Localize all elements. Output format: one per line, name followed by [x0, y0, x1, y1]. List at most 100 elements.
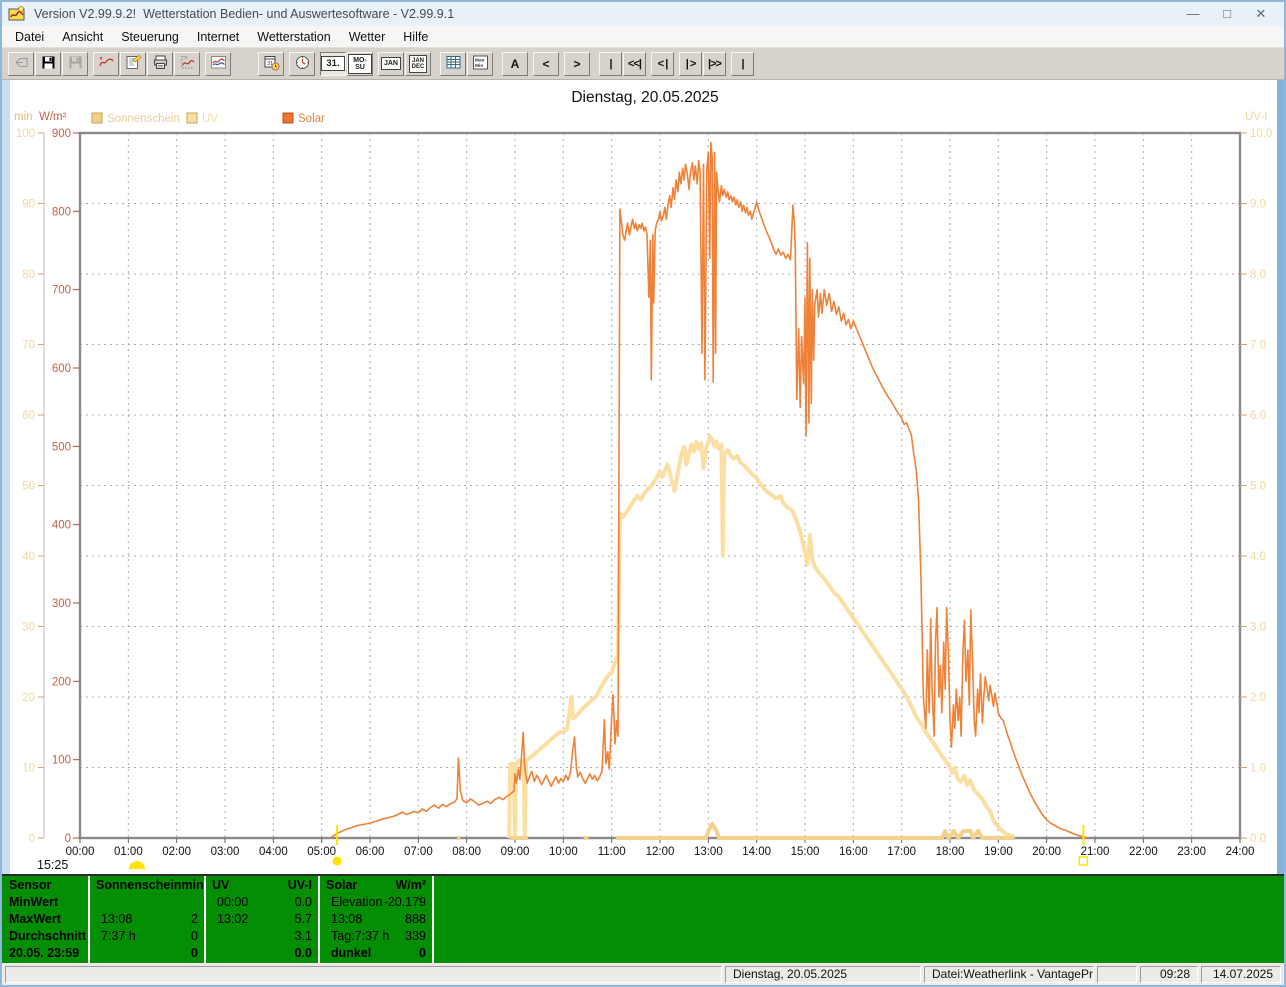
view-week-button[interactable]: MO-SU [347, 52, 373, 76]
view-year-button[interactable]: JANDEC [405, 52, 431, 76]
menu-wetter[interactable]: Wetter [340, 30, 395, 44]
temperature-chart-button[interactable] [93, 52, 119, 76]
nav-fast-back-button[interactable]: <<| [623, 52, 646, 76]
svg-text:08:00: 08:00 [452, 846, 481, 858]
cell: 13:02 [212, 911, 248, 928]
svg-text:0.0: 0.0 [1250, 833, 1266, 845]
summary-empty-area [434, 876, 1284, 963]
svg-text:5.0: 5.0 [1250, 481, 1266, 493]
svg-text:09:00: 09:00 [501, 846, 530, 858]
cell: 00:00 [212, 894, 248, 911]
col-header: UV [212, 877, 229, 894]
nav-back-button[interactable]: < | [651, 52, 674, 76]
svg-text:40: 40 [22, 551, 35, 563]
cell: 339 [405, 928, 426, 945]
svg-text:6.0: 6.0 [1250, 410, 1266, 422]
max-min-icon: MaxMin [472, 54, 489, 74]
menu-ansicht[interactable]: Ansicht [53, 30, 112, 44]
svg-text:10: 10 [22, 763, 35, 775]
legend-label-solar: Solar [298, 113, 325, 125]
daylight-duration-label: 15:25 [37, 858, 68, 872]
edit-report-icon [125, 54, 142, 74]
svg-text:16:00: 16:00 [839, 846, 868, 858]
y-axis-wm2: 0100200300400500600700800900W/m² [39, 111, 80, 845]
chart-settings-button[interactable]: °C [174, 52, 200, 76]
status-time-cell: 09:28 [1140, 966, 1198, 983]
svg-text:17:00: 17:00 [887, 846, 916, 858]
menu-wetterstation[interactable]: Wetterstation [248, 30, 339, 44]
save-as-button[interactable] [62, 52, 88, 76]
print-icon [152, 54, 169, 74]
summary-label-timestamp: 20.05. 23:59 [9, 945, 88, 962]
status-date-cell: Dienstag, 20.05.2025 [725, 966, 921, 983]
view-month-button[interactable]: JAN [378, 52, 404, 76]
svg-text:60: 60 [22, 410, 35, 422]
legend-swatch-sonnenschein [92, 113, 102, 123]
summary-col-solar: SolarW/m² Elevation-20.179 13:08888 Tag:… [320, 876, 434, 963]
print-button[interactable] [147, 52, 173, 76]
svg-text:22:00: 22:00 [1129, 846, 1158, 858]
svg-text:12:00: 12:00 [646, 846, 675, 858]
close-button[interactable]: ✕ [1244, 6, 1278, 22]
view-day-button[interactable]: 31. [320, 52, 346, 76]
svg-text:50: 50 [22, 481, 35, 493]
menu-steuerung[interactable]: Steuerung [112, 30, 188, 44]
calendar-clock-button[interactable]: 31 [258, 52, 284, 76]
svg-text:500: 500 [52, 441, 71, 453]
save-icon [40, 54, 57, 74]
menu-hilfe[interactable]: Hilfe [394, 30, 437, 44]
next-button[interactable]: > [564, 52, 590, 76]
menu-datei[interactable]: Datei [6, 30, 53, 44]
cell: 0 [419, 945, 426, 962]
max-min-button[interactable]: MaxMin [467, 52, 493, 76]
back-button[interactable] [8, 52, 34, 76]
svg-text:9.0: 9.0 [1250, 199, 1266, 211]
multi-chart-button[interactable] [205, 52, 231, 76]
legend-swatch-solar [283, 113, 293, 123]
svg-text:15:00: 15:00 [791, 846, 820, 858]
svg-text:min: min [14, 111, 33, 123]
summary-row-labels: Sensor MinWert MaxWert Durchschnitt 20.0… [2, 876, 90, 963]
year-icon: JANDEC [409, 55, 428, 73]
svg-text:19:00: 19:00 [984, 846, 1013, 858]
col-header: Solar [326, 877, 357, 894]
table-view-button[interactable] [440, 52, 466, 76]
day-icon: 31. [321, 56, 344, 72]
right-frame-strip [1277, 80, 1284, 874]
nav-fast-forward-button[interactable]: |>> [703, 52, 726, 76]
calendar-clock-icon: 31 [263, 54, 280, 74]
window-title: Version V2.99.9.2! Wetterstation Bedien-… [34, 7, 454, 21]
nav-first-button[interactable]: | [599, 52, 622, 76]
svg-text:0: 0 [29, 833, 35, 845]
month-icon: JAN [381, 57, 401, 70]
nav-last-button[interactable]: | [731, 52, 754, 76]
svg-text:05:00: 05:00 [307, 846, 336, 858]
prev-button[interactable]: < [533, 52, 559, 76]
edit-report-button[interactable] [120, 52, 146, 76]
col-unit: W/m² [395, 877, 426, 894]
svg-text:200: 200 [52, 676, 71, 688]
svg-text:18:00: 18:00 [936, 846, 965, 858]
svg-text:UV-I: UV-I [1245, 111, 1267, 123]
svg-text:00:00: 00:00 [66, 846, 95, 858]
chart-legend: SonnenscheinUVSolar [92, 113, 325, 125]
status-file-cell: Datei:Weatherlink - VantagePro [924, 966, 1094, 983]
status-message-cell [5, 966, 722, 983]
col-unit: UV-I [288, 877, 312, 894]
daylight-sun-icon [129, 861, 145, 869]
col-unit: min [181, 877, 203, 894]
clock-button[interactable] [289, 52, 315, 76]
svg-text:0: 0 [65, 833, 71, 845]
auto-scale-button[interactable]: A [502, 52, 528, 76]
nav-forward-button[interactable]: | > [679, 52, 702, 76]
cell [212, 928, 217, 945]
svg-text:Dienstag, 20.05.2025: Dienstag, 20.05.2025 [571, 89, 718, 106]
save-button[interactable] [35, 52, 61, 76]
summary-label-durchschnitt: Durchschnitt [9, 928, 88, 945]
menu-internet[interactable]: Internet [188, 30, 248, 44]
cell: Tag:7:37 h [326, 928, 389, 945]
minimize-button[interactable]: — [1176, 6, 1210, 22]
maximize-button[interactable]: □ [1210, 6, 1244, 22]
svg-text:100: 100 [16, 128, 35, 140]
y-axis-min: 0102030405060708090100min [14, 111, 44, 845]
